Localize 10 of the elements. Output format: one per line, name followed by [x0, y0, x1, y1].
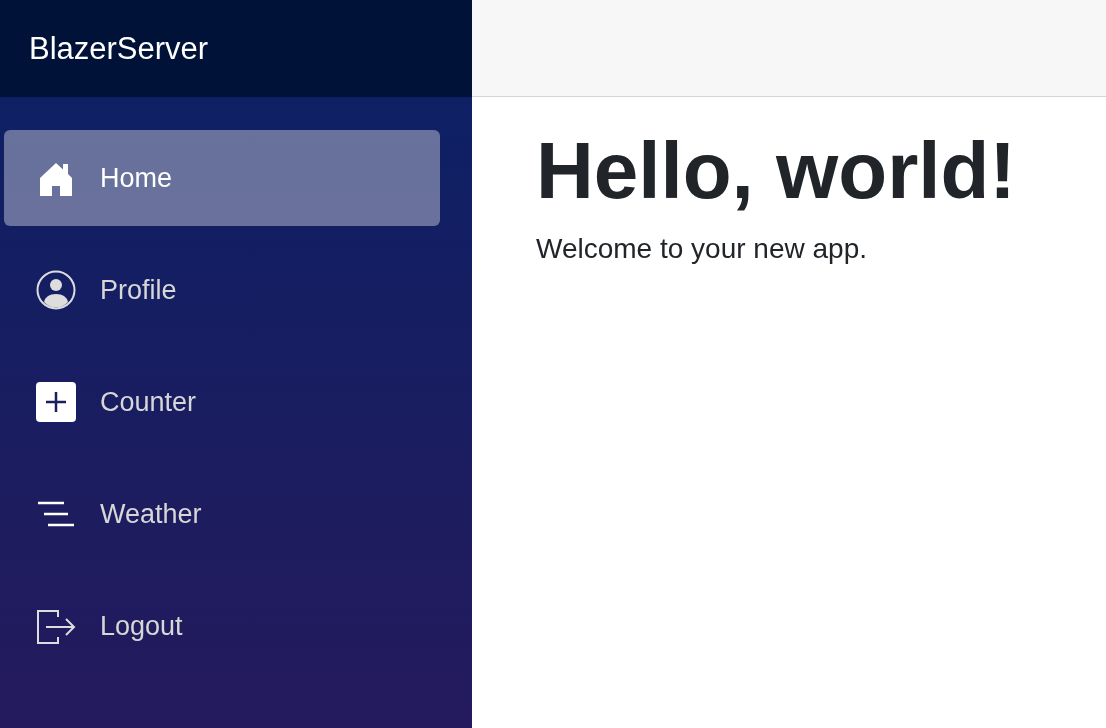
- app-brand[interactable]: BlazerServer: [29, 30, 209, 67]
- page-heading: Hello, world!: [536, 127, 1017, 215]
- welcome-text: Welcome to your new app.: [536, 233, 868, 265]
- user-icon: [36, 270, 76, 310]
- nav-link[interactable]: Home: [4, 130, 440, 226]
- nav-link[interactable]: Counter: [4, 354, 440, 450]
- nav-link[interactable]: Profile: [4, 242, 440, 338]
- nav-link[interactable]: Weather: [4, 466, 440, 562]
- nav-link[interactable]: Logout: [4, 578, 440, 674]
- plus-icon: [36, 382, 76, 422]
